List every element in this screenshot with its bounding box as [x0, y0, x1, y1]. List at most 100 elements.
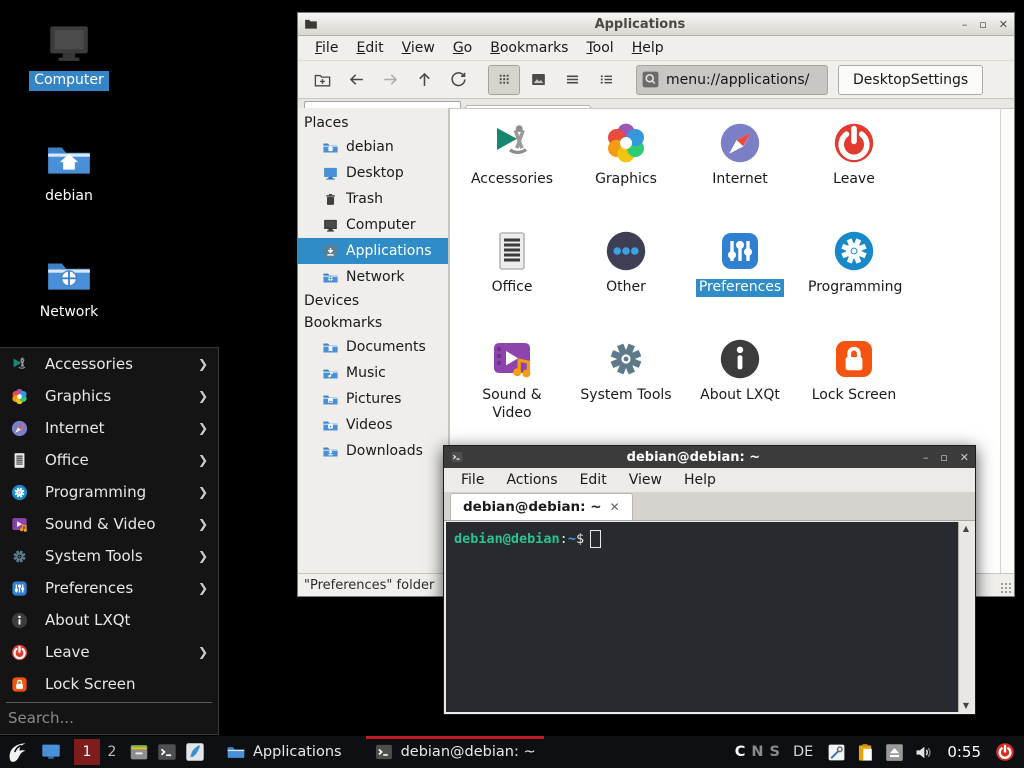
icon-view-button[interactable] [488, 65, 520, 95]
tab-close-icon[interactable]: ✕ [610, 500, 620, 514]
fm-menu-edit[interactable]: Edit [349, 38, 390, 58]
close-button[interactable]: ✕ [999, 18, 1008, 31]
new-tab-button[interactable] [306, 65, 338, 95]
terminal-menu-file[interactable]: File [454, 470, 491, 490]
start-menu-item-system-tools[interactable]: System Tools❯ [0, 540, 218, 572]
resize-grip[interactable] [1000, 582, 1012, 594]
terminal-screen[interactable]: debian@debian:~$ ▲▼ [446, 522, 973, 712]
computer-icon [322, 217, 339, 234]
menu-search-input[interactable]: Search... [0, 703, 218, 733]
detailed-view-button[interactable] [590, 65, 622, 95]
fm-menu-file[interactable]: File [308, 38, 345, 58]
start-menu-item-accessories[interactable]: Accessories❯ [0, 348, 218, 380]
app-icon-lock-screen[interactable]: Lock Screen [797, 335, 911, 443]
view-compact-icon [563, 70, 582, 89]
forward-button[interactable] [374, 65, 406, 95]
fm-menu-view[interactable]: View [395, 38, 442, 58]
sidebar-item-network[interactable]: Network [298, 264, 448, 290]
start-menu-item-preferences[interactable]: Preferences❯ [0, 572, 218, 604]
maximize-button[interactable]: ▫ [940, 451, 947, 464]
task-button-debian-debian[interactable]: debian@debian: ~ [366, 736, 544, 768]
app-icon-programming[interactable]: Programming [797, 227, 911, 335]
scroll-up-icon[interactable]: ▲ [963, 524, 969, 533]
fm-menu-go[interactable]: Go [446, 38, 479, 58]
minimize-button[interactable]: – [962, 18, 968, 31]
minimize-button[interactable]: – [923, 451, 929, 464]
app-icon-leave[interactable]: Leave [797, 119, 911, 227]
app-icon-internet[interactable]: Internet [683, 119, 797, 227]
scroll-down-icon[interactable]: ▼ [963, 701, 969, 710]
sidebar-item-computer[interactable]: Computer [298, 212, 448, 238]
sidebar-item-pictures[interactable]: Pictures [298, 386, 448, 412]
terminal-menu-view[interactable]: View [622, 470, 669, 490]
task-button-applications[interactable]: Applications [218, 736, 350, 768]
quick-launch-file-manager[interactable] [128, 741, 150, 763]
desktop-icon-debian[interactable]: debian [26, 134, 112, 207]
clock[interactable]: 0:55 [947, 743, 981, 761]
terminal-tab[interactable]: debian@debian: ~ ✕ [450, 493, 633, 520]
leave-icon [830, 119, 878, 167]
terminal-scrollbar[interactable]: ▲▼ [958, 522, 973, 712]
quick-launch-featherpad[interactable] [184, 741, 206, 763]
start-menu-item-office[interactable]: Office❯ [0, 444, 218, 476]
app-icon-office[interactable]: Office [455, 227, 569, 335]
start-menu-item-internet[interactable]: Internet❯ [0, 412, 218, 444]
thumbnail-view-button[interactable] [522, 65, 554, 95]
up-button[interactable] [408, 65, 440, 95]
app-icon-sound-video[interactable]: Sound & Video [455, 335, 569, 443]
maximize-button[interactable]: ▫ [979, 18, 986, 31]
start-menu-item-programming[interactable]: Programming❯ [0, 476, 218, 508]
show-desktop-button[interactable] [36, 736, 66, 768]
desktop-icon-network[interactable]: Network [26, 250, 112, 323]
sidebar-item-debian[interactable]: debian [298, 134, 448, 160]
terminal-menu-edit[interactable]: Edit [573, 470, 614, 490]
terminal-titlebar[interactable]: debian@debian: ~ – ▫ ✕ [444, 446, 975, 468]
fm-menu-help[interactable]: Help [625, 38, 671, 58]
app-icon-label: Internet [709, 171, 771, 189]
keyboard-layout[interactable]: DE [793, 744, 813, 760]
terminal-cursor [590, 530, 601, 548]
main-menu-button[interactable] [0, 736, 36, 768]
fm-vertical-scrollbar[interactable] [1000, 109, 1014, 573]
arrow-right-icon [381, 70, 400, 89]
start-menu-item-sound-video[interactable]: Sound & Video❯ [0, 508, 218, 540]
desktop-icon-computer[interactable]: Computer [26, 18, 112, 91]
start-menu-item-graphics[interactable]: Graphics❯ [0, 380, 218, 412]
tray-clipboard-icon[interactable] [855, 742, 876, 763]
fm-titlebar[interactable]: Applications – ▫ ✕ [298, 13, 1014, 36]
tray-eject-icon[interactable] [884, 742, 905, 763]
start-menu-item-lock-screen[interactable]: Lock Screen [0, 668, 218, 700]
app-icon-graphics[interactable]: Graphics [569, 119, 683, 227]
workspace-1[interactable]: 1 [74, 739, 100, 765]
back-button[interactable] [340, 65, 372, 95]
path-bar[interactable]: menu://applications/ [636, 65, 828, 95]
start-menu-item-leave[interactable]: Leave❯ [0, 636, 218, 668]
power-button[interactable] [994, 741, 1016, 763]
app-icon-preferences[interactable]: Preferences [683, 227, 797, 335]
sidebar-item-trash[interactable]: Trash [298, 186, 448, 212]
app-icon-about-lxqt[interactable]: About LXQt [683, 335, 797, 443]
start-menu-item-about-lxqt[interactable]: About LXQt [0, 604, 218, 636]
quick-launch-terminal[interactable] [156, 741, 178, 763]
reload-button[interactable] [442, 65, 474, 95]
workspace-2[interactable]: 2 [102, 744, 122, 760]
tray-screenshot-icon[interactable] [826, 742, 847, 763]
fm-menu-tool[interactable]: Tool [579, 38, 620, 58]
compact-view-button[interactable] [556, 65, 588, 95]
task-label: debian@debian: ~ [401, 744, 536, 760]
sidebar-item-videos[interactable]: Videos [298, 412, 448, 438]
close-button[interactable]: ✕ [960, 451, 969, 464]
sidebar-item-downloads[interactable]: Downloads [298, 438, 448, 464]
sidebar-item-applications[interactable]: Applications [298, 238, 448, 264]
tray-speaker-icon[interactable] [913, 742, 934, 763]
sidebar-item-music[interactable]: Music [298, 360, 448, 386]
app-icon-accessories[interactable]: Accessories [455, 119, 569, 227]
app-icon-other[interactable]: Other [569, 227, 683, 335]
terminal-menu-actions[interactable]: Actions [499, 470, 564, 490]
sidebar-item-desktop[interactable]: Desktop [298, 160, 448, 186]
fm-menu-bookmarks[interactable]: Bookmarks [483, 38, 575, 58]
terminal-menu-help[interactable]: Help [677, 470, 723, 490]
sidebar-item-documents[interactable]: Documents [298, 334, 448, 360]
desktop-settings-button[interactable]: DesktopSettings [838, 65, 983, 95]
app-icon-system-tools[interactable]: System Tools [569, 335, 683, 443]
